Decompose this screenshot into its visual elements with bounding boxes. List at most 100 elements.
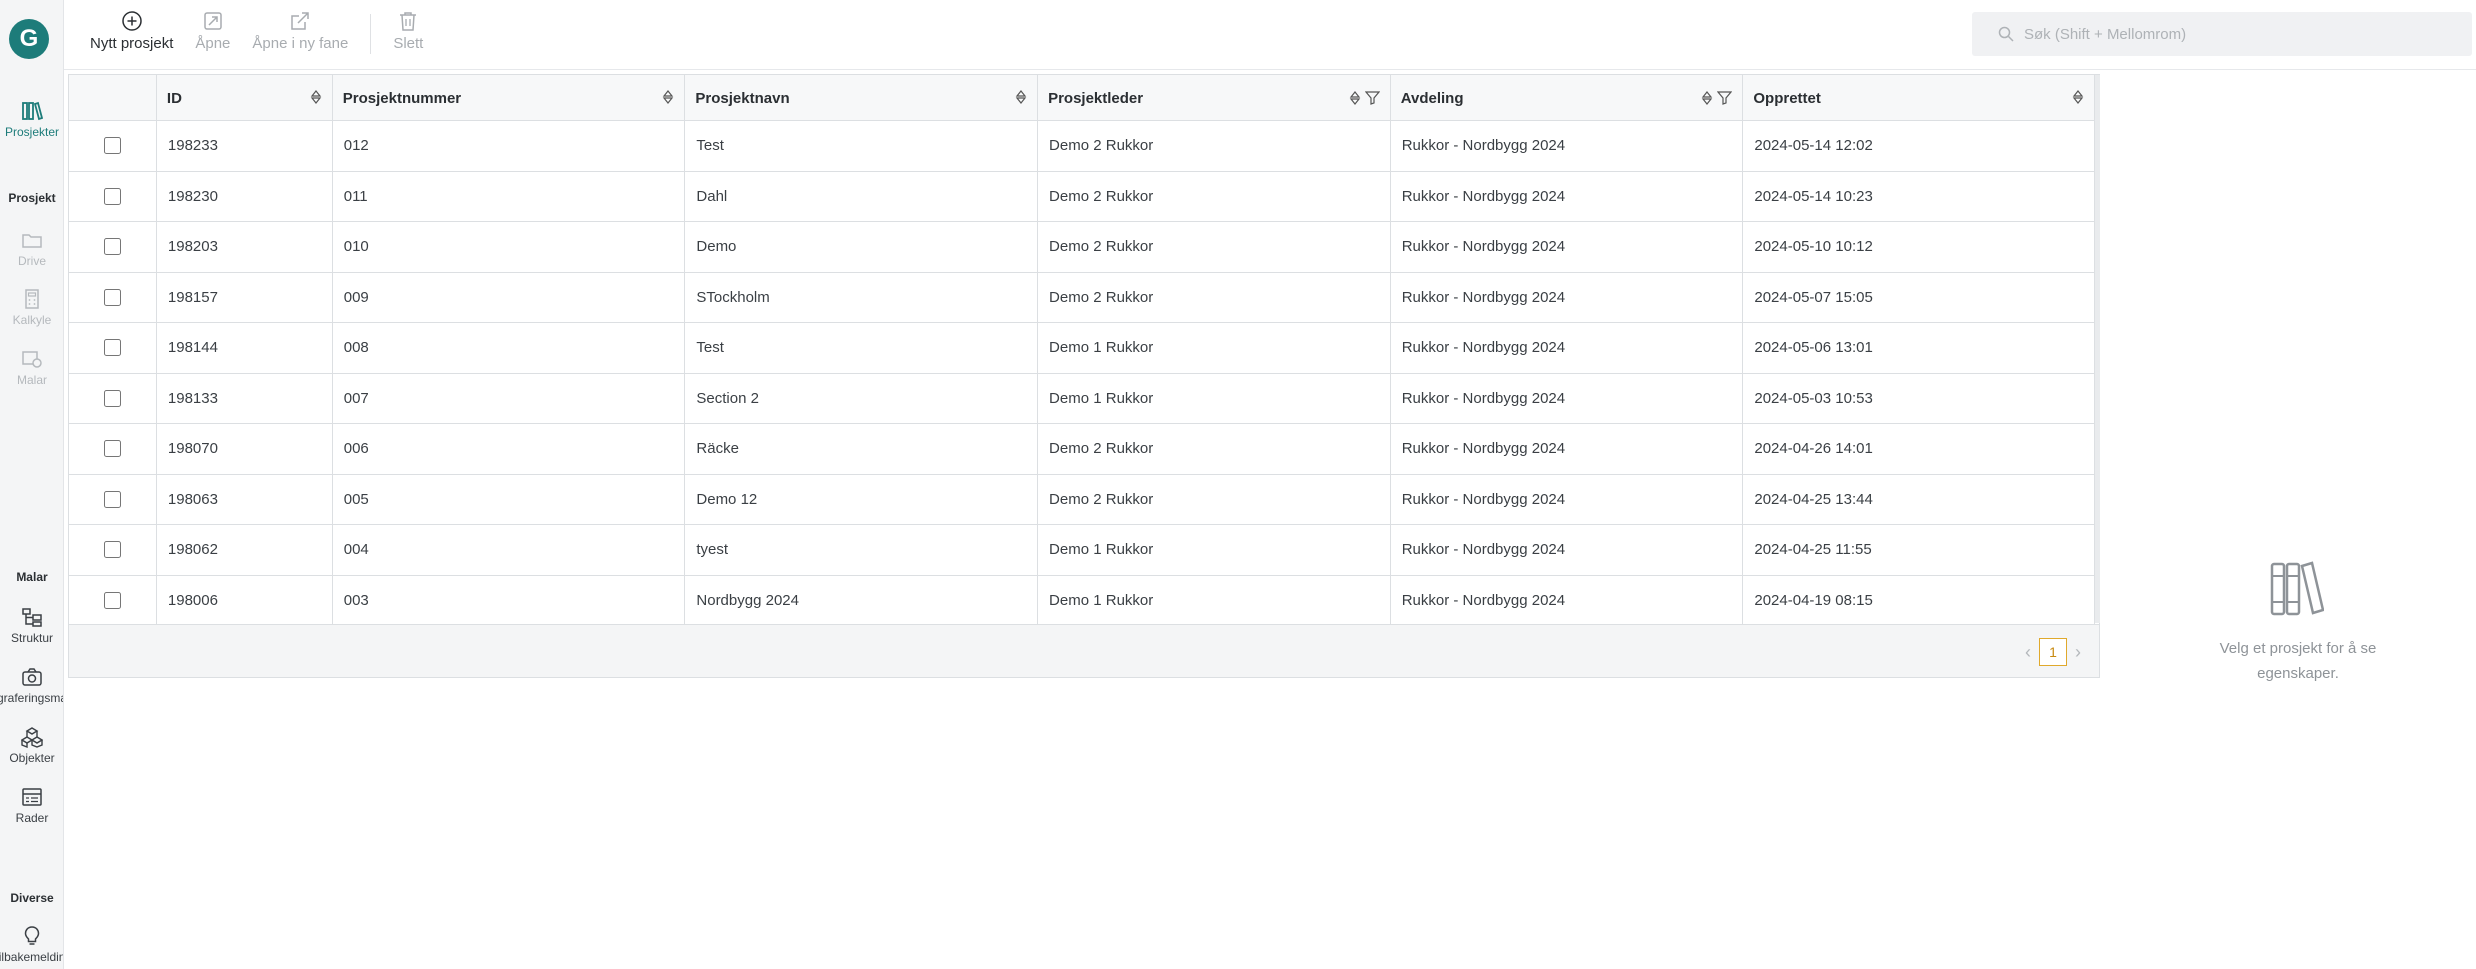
row-select-cell — [69, 525, 157, 575]
new-project-button[interactable]: Nytt prosjekt — [90, 0, 173, 68]
table-row[interactable]: 198133 007 Section 2 Demo 1 Rukkor Rukkor - … — [69, 373, 2096, 424]
row-checkbox[interactable] — [103, 339, 121, 357]
filter-icon[interactable] — [1717, 90, 1733, 105]
cell-prosjektnavn: tyest — [685, 525, 1039, 575]
row-checkbox[interactable] — [103, 187, 121, 205]
cell-avdeling: Rukkor - Nordbygg 2024 — [1391, 121, 1744, 171]
row-checkbox[interactable] — [103, 490, 121, 508]
row-checkbox[interactable] — [103, 238, 121, 256]
cell-id: 198230 — [157, 171, 333, 221]
sidebar-item-label: Objekter — [9, 751, 55, 765]
table-row[interactable]: 198144 008 Test Demo 1 Rukkor Rukkor - Nordb… — [69, 323, 2096, 374]
cell-prosjektnavn: Nordbygg 2024 — [685, 575, 1039, 625]
column-header-prosjektnummer[interactable]: Prosjektnummer — [333, 75, 686, 121]
plus-circle-icon — [121, 11, 142, 31]
row-checkbox[interactable] — [103, 541, 121, 559]
table-row[interactable]: 198233 012 Test Demo 2 Rukkor Rukkor - Nordb… — [69, 121, 2096, 172]
cell-prosjektleder: Demo 1 Rukkor — [1038, 323, 1391, 373]
app-logo[interactable]: G — [9, 19, 49, 59]
cell-avdeling: Rukkor - Nordbygg 2024 — [1391, 525, 1744, 575]
prev-page-icon[interactable]: ‹ — [2025, 642, 2031, 663]
cell-prosjektleder: Demo 2 Rukkor — [1038, 171, 1391, 221]
table-body: 198233 012 Test Demo 2 Rukkor Rukkor - Nordb… — [69, 121, 2096, 626]
column-header-prosjektleder[interactable]: Prosjektleder — [1038, 75, 1391, 121]
column-header-id[interactable]: ID — [157, 75, 333, 121]
empty-state-text: Velg et prosjekt for å se egenskaper. — [2219, 640, 2377, 682]
column-header-opprettet[interactable]: Opprettet — [1743, 75, 2096, 121]
row-checkbox[interactable] — [103, 591, 121, 609]
books-icon — [2270, 561, 2324, 616]
open-new-tab-button[interactable]: Åpne i ny fane — [252, 0, 348, 68]
cell-avdeling: Rukkor - Nordbygg 2024 — [1391, 575, 1744, 625]
cell-prosjektnummer: 009 — [333, 272, 686, 322]
next-page-icon[interactable]: › — [2075, 642, 2081, 663]
cell-avdeling: Rukkor - Nordbygg 2024 — [1391, 272, 1744, 322]
sidebar-item-kalkyle[interactable]: Kalkyle — [0, 288, 63, 327]
sort-icon[interactable] — [1015, 90, 1027, 104]
sort-icon[interactable] — [2072, 90, 2084, 104]
sidebar-item-label: Fotograferingsmapper — [0, 691, 63, 705]
cell-prosjektnavn: Demo — [685, 222, 1039, 272]
open-button[interactable]: Åpne — [195, 0, 230, 68]
new-project-label: Nytt prosjekt — [90, 35, 174, 52]
rows-icon — [22, 788, 42, 806]
current-page-button[interactable]: 1 — [2039, 638, 2067, 666]
search-box — [1972, 12, 2472, 56]
sidebar-item-malar[interactable]: Malar — [0, 348, 63, 387]
row-select-cell — [69, 121, 157, 171]
cell-id: 198070 — [157, 424, 333, 474]
sort-icon[interactable] — [662, 90, 674, 104]
cell-prosjektleder: Demo 2 Rukkor — [1038, 121, 1391, 171]
sidebar-item-fotograferingsmapper[interactable]: Fotograferingsmapper — [0, 666, 63, 705]
table-row[interactable]: 198062 004 tyest Demo 1 Rukkor Rukkor - Nord… — [69, 525, 2096, 576]
sidebar-item-objekter[interactable]: Objekter — [0, 726, 63, 765]
sidebar-item-label: Struktur — [10, 631, 53, 645]
cell-opprettet: 2024-05-10 10:12 — [1743, 222, 2096, 272]
objects-icon — [21, 727, 43, 748]
cell-prosjektnavn: Dahl — [685, 171, 1039, 221]
sidebar-item-struktur[interactable]: Struktur — [0, 606, 63, 645]
delete-button[interactable]: Slett — [393, 0, 423, 68]
sort-icon[interactable] — [310, 90, 322, 104]
sidebar-item-prosjekter[interactable]: Prosjekter — [0, 100, 63, 139]
table-row[interactable]: 198070 006 Räcke Demo 2 Rukkor Rukkor - Nord… — [69, 424, 2096, 475]
external-link-icon — [291, 12, 310, 30]
cell-avdeling: Rukkor - Nordbygg 2024 — [1391, 171, 1744, 221]
row-checkbox[interactable] — [103, 137, 121, 155]
sidebar-item-rader[interactable]: Rader — [0, 786, 63, 825]
table-row[interactable]: 198006 003 Nordbygg 2024 Demo 1 Rukkor Rukko… — [69, 575, 2096, 626]
table-row[interactable]: 198203 010 Demo Demo 2 Rukkor Rukkor - Nordb… — [69, 222, 2096, 273]
sidebar-item-label: Drive — [17, 254, 46, 268]
sidebar-item-drive[interactable]: Drive — [0, 229, 63, 268]
open-label: Åpne — [195, 35, 231, 52]
cell-prosjektleder: Demo 2 Rukkor — [1038, 272, 1391, 322]
column-header-prosjektnavn[interactable]: Prosjektnavn — [685, 75, 1039, 121]
cell-prosjektnavn: Section 2 — [685, 373, 1039, 423]
cell-opprettet: 2024-05-14 12:02 — [1743, 121, 2096, 171]
table-row[interactable]: 198230 011 Dahl Demo 2 Rukkor Rukkor - Nordb… — [69, 171, 2096, 222]
cell-prosjektnummer: 011 — [333, 171, 686, 221]
sort-icon[interactable] — [1701, 90, 1713, 105]
sidebar-item-tilbakemelding[interactable]: Tilbakemelding — [0, 925, 63, 964]
table-row[interactable]: 198063 005 Demo 12 Demo 2 Rukkor Rukkor - No… — [69, 474, 2096, 525]
row-select-cell — [69, 575, 157, 625]
row-checkbox[interactable] — [103, 288, 121, 306]
row-checkbox[interactable] — [103, 440, 121, 458]
open-new-tab-label: Åpne i ny fane — [252, 35, 349, 52]
select-column-header — [69, 75, 157, 121]
table-row[interactable]: 198157 009 STockholm Demo 2 Rukkor Rukkor - … — [69, 272, 2096, 323]
cell-prosjektnummer: 006 — [333, 424, 686, 474]
cell-prosjektleder: Demo 1 Rukkor — [1038, 373, 1391, 423]
row-select-cell — [69, 171, 157, 221]
cell-id: 198203 — [157, 222, 333, 272]
cell-prosjektleder: Demo 1 Rukkor — [1038, 525, 1391, 575]
search-input[interactable] — [2024, 25, 2424, 43]
sidebar-item-label: Kalkyle — [12, 313, 52, 327]
filter-icon[interactable] — [1364, 90, 1380, 105]
sidebar-item-label: Malar — [16, 373, 47, 387]
cell-opprettet: 2024-05-07 15:05 — [1743, 272, 2096, 322]
cell-prosjektnavn: STockholm — [685, 272, 1039, 322]
column-header-avdeling[interactable]: Avdeling — [1391, 75, 1744, 121]
row-checkbox[interactable] — [103, 389, 121, 407]
sort-icon[interactable] — [1349, 90, 1361, 105]
